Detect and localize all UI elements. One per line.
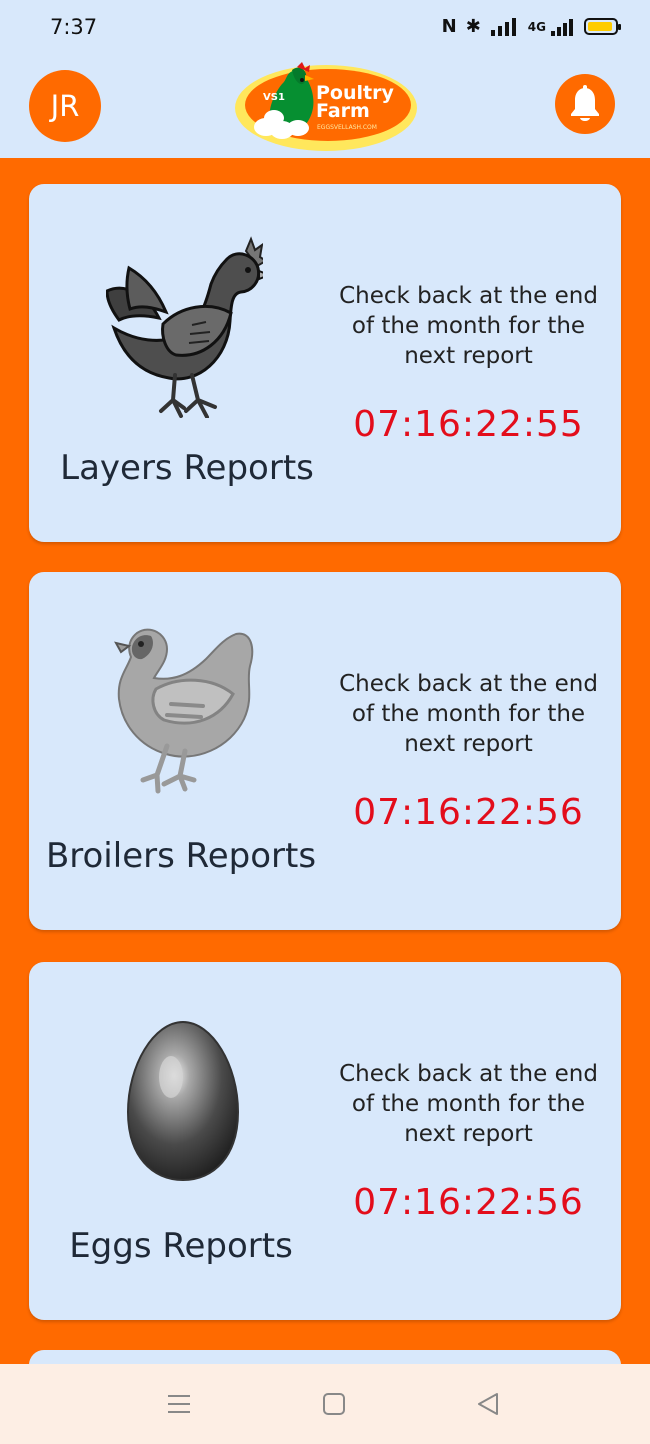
- home-square-icon: [323, 1393, 345, 1415]
- battery-icon: [584, 18, 621, 35]
- bell-icon: [571, 85, 599, 121]
- profile-avatar[interactable]: JR: [29, 70, 101, 142]
- bluetooth-icon: ✱: [465, 16, 481, 37]
- status-icons: N ✱ 4G: [441, 16, 621, 37]
- logo-badge: VS1: [263, 92, 285, 103]
- status-bar: 7:37 N ✱ 4G: [0, 0, 650, 58]
- home-button[interactable]: [320, 1390, 348, 1418]
- network-type: 4G: [527, 19, 546, 34]
- menu-icon: [168, 1395, 190, 1413]
- report-message: Check back at the end of the month for t…: [339, 1061, 598, 1147]
- report-title: Broilers Reports: [45, 836, 317, 876]
- poultry-farm-logo: VS1 Poultry Farm EGGSVELLASH.COM: [232, 60, 420, 156]
- recent-apps-button[interactable]: [165, 1390, 193, 1418]
- eggs-report-card[interactable]: Eggs Reports Check back at the end of th…: [29, 962, 621, 1320]
- logo-title: Poultry Farm: [316, 82, 394, 122]
- report-countdown: 07:16:22:56: [353, 1182, 584, 1223]
- signal-icon: [490, 17, 516, 36]
- broiler-chicken-image: [114, 628, 254, 794]
- egg-image: [126, 1020, 240, 1182]
- back-triangle-icon: [478, 1393, 498, 1415]
- reports-list: Layers Reports Check back at the end of …: [0, 158, 650, 1364]
- report-title: Eggs Reports: [69, 1226, 293, 1266]
- system-navigation-bar: [0, 1364, 650, 1444]
- avatar-initials: JR: [50, 89, 80, 123]
- nfc-icon: N: [441, 16, 457, 37]
- app-header: JR VS1 Poultry Farm EGGSVELLASH.COM: [0, 58, 650, 158]
- layer-hen-image: [106, 236, 263, 418]
- report-message: Check back at the end of the month for t…: [339, 283, 598, 369]
- mobile-data-icon: [551, 18, 573, 36]
- report-countdown: 07:16:22:55: [353, 404, 584, 445]
- status-time: 7:37: [50, 15, 98, 39]
- notification-button[interactable]: [555, 74, 615, 134]
- report-countdown: 07:16:22:56: [353, 792, 584, 833]
- report-title: Layers Reports: [60, 448, 314, 488]
- broilers-report-card[interactable]: Broilers Reports Check back at the end o…: [29, 572, 621, 930]
- back-button[interactable]: [474, 1390, 502, 1418]
- next-report-card[interactable]: [29, 1350, 621, 1364]
- logo-subtitle: EGGSVELLASH.COM: [317, 124, 377, 131]
- layers-report-card[interactable]: Layers Reports Check back at the end of …: [29, 184, 621, 542]
- report-message: Check back at the end of the month for t…: [339, 671, 598, 757]
